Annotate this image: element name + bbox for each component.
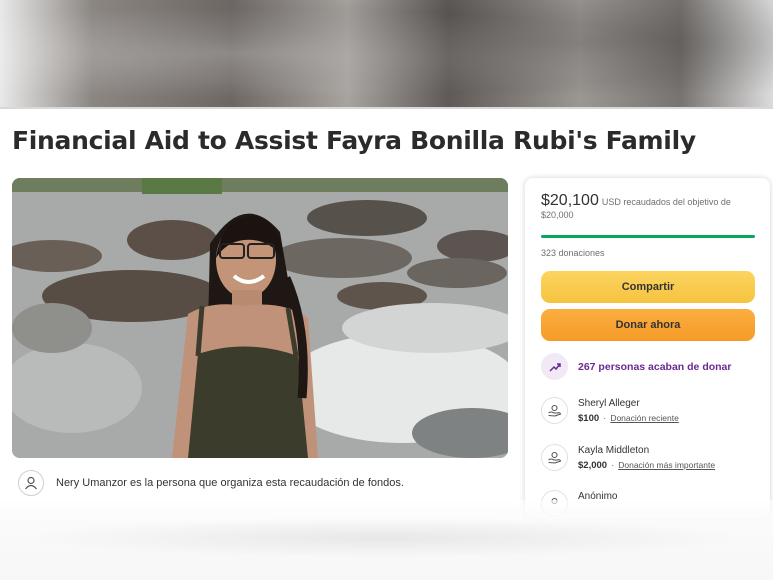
donor-item: Kayla Middleton $2,000 · Donación más impo… <box>541 444 715 473</box>
raised-summary: $20,100 USD recaudados del objetivo de $2… <box>541 192 761 222</box>
donor-tag-link[interactable]: Donación reciente <box>610 413 679 423</box>
donor-amount: $2,000 <box>578 460 608 471</box>
campaign-photo-drawing <box>12 178 508 458</box>
progress-fill <box>541 235 755 238</box>
organizer-row: Nery Umanzor es la persona que organiza … <box>18 470 404 496</box>
recent-activity-text: 267 personas acaban de donar <box>578 360 732 373</box>
donor-item: Sheryl Alleger $100 · Donación reciente <box>541 397 679 426</box>
blurred-header-banner <box>0 0 773 107</box>
donor-amount: $100 <box>578 413 600 424</box>
trending-up-icon <box>541 353 568 380</box>
donor-name: Kayla Middleton <box>578 445 650 456</box>
donation-count: 323 donaciones <box>541 248 605 258</box>
organizer-text: Nery Umanzor es la persona que organiza … <box>56 477 404 489</box>
header-divider <box>0 107 773 109</box>
donation-hand-icon <box>541 444 568 471</box>
recent-activity[interactable]: 267 personas acaban de donar <box>541 353 731 380</box>
donate-now-button[interactable]: Donar ahora <box>541 309 755 341</box>
donor-name: Sheryl Alleger <box>578 398 640 409</box>
campaign-photo <box>12 178 508 458</box>
person-icon <box>18 470 44 496</box>
share-button[interactable]: Compartir <box>541 271 755 303</box>
page-title: Financial Aid to Assist Fayra Bonilla Ru… <box>12 126 696 155</box>
donor-tag-link[interactable]: Donación más importante <box>618 460 715 470</box>
amount-raised: $20,100 <box>541 192 599 209</box>
blurred-footer-overlay <box>0 500 773 580</box>
donation-card: $20,100 USD recaudados del objetivo de $2… <box>525 178 770 518</box>
progress-bar <box>541 235 755 238</box>
donation-hand-icon <box>541 397 568 424</box>
